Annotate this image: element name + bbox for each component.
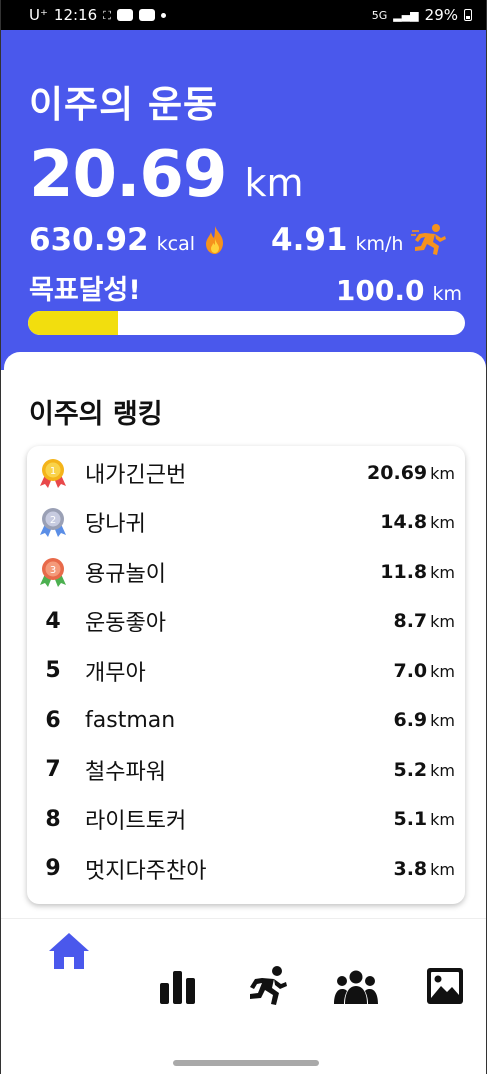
speed-stat: 4.91 km/h (271, 222, 447, 258)
runner-name: 철수파워 (85, 759, 166, 785)
gold-medal-icon: 1 (40, 458, 66, 488)
weekly-ranking-title: 이주의 랭킹 (29, 399, 163, 430)
runner-name: 당나귀 (85, 512, 146, 537)
distance-unit: km (430, 711, 455, 730)
screen-record-icon: ⛶ (103, 8, 111, 22)
bronze-medal-icon: 3 (40, 557, 66, 587)
runner-distance: 11.8 km (380, 561, 455, 583)
runner-icon (411, 224, 447, 255)
runner-distance: 14.8 km (380, 511, 455, 533)
signal-icon: ▂▄▆ (393, 8, 419, 22)
distance-value: 11.8 (380, 560, 428, 583)
fire-icon (206, 226, 224, 254)
notification-dot-icon (160, 12, 166, 18)
battery-percent: 29% (424, 6, 458, 24)
status-right: 5G ▂▄▆ 29% (372, 6, 472, 24)
distance-value: 20.69 (29, 138, 227, 212)
runner-distance: 6.9 km (393, 709, 455, 731)
calories-value: 630.92 (29, 222, 149, 258)
weekly-workout-title: 이주의 운동 (29, 83, 219, 126)
distance-value: 5.2 (393, 758, 428, 781)
ranking-row[interactable]: 3 용규놀이 11.8 km (27, 547, 465, 596)
group-icon[interactable] (333, 969, 379, 1005)
distance-value: 3.8 (393, 857, 428, 880)
runner-name: 운동좋아 (85, 611, 166, 636)
runner-name: 개무아 (85, 660, 146, 686)
running-icon[interactable] (245, 965, 289, 1007)
goal-achieved-label: 목표달성! (29, 275, 141, 306)
rank-number: 9 (45, 856, 61, 881)
distance-unit: km (430, 463, 455, 483)
ranking-row[interactable]: 8 라이트토커 5.1 km (27, 795, 465, 844)
medal-rank-number: 2 (50, 515, 56, 526)
goal-target: 100.0 km (336, 274, 462, 307)
distance-value: 8.7 (393, 610, 428, 632)
app-screen: U⁺ 12:16 ⛶ 5G ▂▄▆ 29% 이주의 운동 20.69 km 63… (0, 0, 487, 1074)
ranking-list[interactable]: 1 내가긴근번 20.69 km 2 당나귀 14.8 km 3 용규놀이 11.8 km 4 운동좋아 8… (27, 446, 465, 904)
distance-value: 5.1 (393, 808, 428, 830)
distance-value: 6.9 (393, 709, 428, 731)
battery-icon (464, 9, 472, 21)
runner-name: 라이트토커 (85, 809, 187, 834)
rank-number: 5 (45, 658, 61, 683)
clock: 12:16 (53, 6, 98, 24)
distance-unit: km (244, 161, 304, 205)
silver-medal-icon: 2 (40, 508, 66, 537)
goal-progress-bar (28, 311, 465, 335)
distance-unit: km (430, 810, 455, 829)
medal-rank-number: 3 (50, 565, 56, 576)
distance-value: 7.0 (393, 659, 428, 682)
goal-unit: km (432, 283, 462, 305)
runner-distance: 20.69 km (367, 462, 455, 484)
calories-stat: 630.92 kcal (29, 222, 227, 258)
runner-distance: 5.1 km (393, 808, 455, 830)
distance-unit: km (430, 760, 455, 780)
ranking-row[interactable]: 9 멋지다주찬아 3.8 km (27, 844, 465, 893)
distance-unit: km (430, 859, 455, 879)
medal-rank-number: 1 (50, 466, 56, 477)
distance-unit: km (430, 661, 455, 681)
goal-value: 100.0 (335, 274, 425, 307)
status-left: U⁺ 12:16 ⛶ (29, 6, 166, 24)
calories-unit: kcal (156, 233, 196, 255)
runner-distance: 7.0 km (393, 660, 455, 682)
distance-unit: km (430, 513, 455, 532)
carrier-label: U⁺ (29, 6, 48, 24)
status-bar: U⁺ 12:16 ⛶ 5G ▂▄▆ 29% (1, 0, 486, 30)
ranking-row[interactable]: 2 당나귀 14.8 km (27, 498, 465, 547)
runner-name: 용규놀이 (85, 561, 166, 587)
bar-chart-icon[interactable] (159, 969, 197, 1005)
rank-number: 6 (45, 707, 61, 733)
5g-icon: 5G (371, 8, 388, 22)
ranking-row[interactable]: 4 운동좋아 8.7 km (27, 597, 465, 646)
runner-name: 멋지다주찬아 (85, 858, 207, 884)
speed-unit: km/h (355, 233, 404, 255)
bottom-navigation (1, 918, 486, 1048)
runner-name: fastman (85, 707, 176, 733)
distance-unit: km (430, 612, 455, 631)
distance-unit: km (430, 562, 455, 582)
distance-value: 14.8 (380, 511, 428, 533)
runner-distance: 8.7 km (393, 610, 455, 632)
weekly-summary-panel: 이주의 운동 20.69 km 630.92 kcal 4.91 km/h 목표… (1, 30, 486, 370)
runner-name: 내가긴근번 (85, 462, 187, 488)
talk-icon (116, 9, 133, 21)
image-icon[interactable] (426, 967, 464, 1005)
distance-value: 20.69 (367, 461, 428, 484)
speed-value: 4.91 (271, 222, 348, 258)
rank-number: 7 (45, 757, 61, 782)
runner-distance: 3.8 km (393, 858, 455, 880)
home-icon[interactable] (47, 931, 91, 971)
runner-distance: 5.2 km (393, 759, 455, 781)
total-distance: 20.69 km (29, 138, 303, 212)
ranking-row[interactable]: 7 철수파워 5.2 km (27, 745, 465, 794)
goal-progress-fill (28, 311, 119, 335)
rank-number: 8 (45, 806, 61, 832)
gesture-home-bar[interactable] (173, 1060, 319, 1066)
ranking-row[interactable]: 6 fastman 6.9 km (27, 696, 465, 745)
rank-number: 4 (45, 608, 61, 634)
youtube-icon (138, 9, 155, 21)
ranking-row[interactable]: 1 내가긴근번 20.69 km (27, 448, 465, 497)
ranking-row[interactable]: 5 개무아 7.0 km (27, 646, 465, 695)
